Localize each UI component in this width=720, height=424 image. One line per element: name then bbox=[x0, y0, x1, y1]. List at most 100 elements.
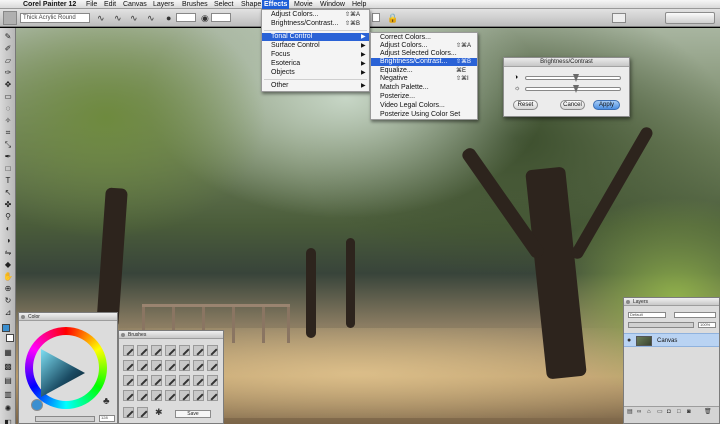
layers-panel-title[interactable]: Layers bbox=[624, 298, 719, 306]
brush-preset[interactable] bbox=[137, 345, 148, 356]
brush-preset[interactable] bbox=[123, 390, 134, 401]
brush-preset[interactable] bbox=[165, 360, 176, 371]
cloner-tool-icon[interactable]: ✤ bbox=[2, 200, 14, 209]
menu-effects[interactable]: Effects bbox=[262, 0, 290, 9]
crop-tool-icon[interactable]: ⌗ bbox=[2, 128, 14, 137]
new-layer-icon[interactable]: □ bbox=[677, 409, 683, 415]
brush-preset[interactable] bbox=[193, 375, 204, 386]
stroke-icon[interactable]: ∿ bbox=[130, 13, 138, 23]
dynamic-plugin-icon[interactable]: ⌂ bbox=[647, 409, 653, 415]
reset-button[interactable]: Reset bbox=[513, 100, 538, 110]
text-tool-icon[interactable]: T bbox=[2, 176, 14, 185]
stroke-icon[interactable]: ∿ bbox=[114, 13, 122, 23]
magic-wand-icon[interactable]: ✧ bbox=[2, 116, 14, 125]
brush-tool-icon[interactable]: ✎ bbox=[2, 32, 14, 41]
brush-preset[interactable] bbox=[179, 345, 190, 356]
additional-color-swatch[interactable] bbox=[6, 334, 14, 342]
opacity-field[interactable]: 100% bbox=[698, 322, 716, 328]
effects-menu-item[interactable]: Esoterica ▶ bbox=[262, 60, 369, 68]
dialog-title[interactable]: Brightness/Contrast bbox=[504, 58, 629, 67]
layer-adjuster-icon[interactable]: ✥ bbox=[2, 80, 14, 89]
brightness-slider-thumb[interactable] bbox=[573, 85, 579, 93]
composite-depth-select[interactable] bbox=[674, 312, 716, 318]
color-value-field[interactable]: 128 bbox=[99, 415, 115, 422]
look-selector-icon[interactable]: ◧ bbox=[2, 418, 14, 424]
brush-preset[interactable] bbox=[123, 360, 134, 371]
brush-preset[interactable] bbox=[193, 390, 204, 401]
eraser-tool-icon[interactable]: ▱ bbox=[2, 56, 14, 65]
paint-bucket-icon[interactable]: ◆ bbox=[2, 260, 14, 269]
color-slider[interactable] bbox=[35, 416, 95, 422]
rect-select-icon[interactable]: ▭ bbox=[2, 92, 14, 101]
brush-preset[interactable] bbox=[137, 407, 148, 418]
menu-file[interactable]: File bbox=[84, 0, 99, 9]
close-icon[interactable] bbox=[21, 315, 25, 319]
tonal-menu-item-brightness-contrast[interactable]: Brightness/Contrast... ⇧⌘B bbox=[371, 58, 477, 66]
effects-menu-item[interactable]: Brightness/Contrast... ⇧⌘B bbox=[262, 20, 369, 28]
pen-tool-icon[interactable]: ✒ bbox=[2, 152, 14, 161]
gradient-selector-icon[interactable]: ▤ bbox=[2, 376, 14, 385]
new-watercolor-layer-icon[interactable]: ◙ bbox=[687, 409, 693, 415]
paper-selector-icon[interactable]: ▦ bbox=[2, 348, 14, 357]
layer-row-canvas[interactable]: ● Canvas bbox=[624, 333, 719, 347]
brush-preset[interactable] bbox=[151, 345, 162, 356]
rotate-page-icon[interactable]: ↻ bbox=[2, 296, 14, 305]
brush-preset[interactable] bbox=[123, 407, 134, 418]
clone-color-icon[interactable]: ♣ bbox=[103, 397, 110, 407]
brush-preset[interactable] bbox=[165, 345, 176, 356]
app-name-menu[interactable]: Corel Painter 12 bbox=[23, 0, 76, 9]
brush-preset[interactable] bbox=[207, 360, 218, 371]
brush-preset[interactable] bbox=[207, 375, 218, 386]
dropper-tool-icon[interactable]: ✐ bbox=[2, 44, 14, 53]
close-icon[interactable] bbox=[626, 300, 630, 304]
save-brushes-button[interactable]: Save bbox=[175, 410, 211, 418]
layer-commands-icon[interactable]: ▤ bbox=[627, 409, 633, 415]
lock-icon[interactable]: 🔒 bbox=[387, 13, 398, 23]
reset-tool-button[interactable] bbox=[665, 12, 715, 24]
mask-icon[interactable]: ◘ bbox=[667, 409, 673, 415]
shape-select-icon[interactable]: ↖ bbox=[2, 188, 14, 197]
opacity-dot-icon[interactable]: ◉ bbox=[201, 13, 209, 23]
menu-shape[interactable]: Shape bbox=[239, 0, 263, 9]
tonal-menu-item[interactable]: Correct Colors... bbox=[371, 34, 477, 42]
tonal-menu-item[interactable]: Match Palette... bbox=[371, 84, 477, 92]
pattern-selector-icon[interactable]: ▩ bbox=[2, 362, 14, 371]
mixer-icon[interactable]: ✱ bbox=[155, 407, 163, 417]
eye-icon[interactable]: ● bbox=[627, 336, 631, 346]
effects-menu-item[interactable]: Focus ▶ bbox=[262, 51, 369, 59]
menu-select[interactable]: Select bbox=[212, 0, 235, 9]
stroke-icon[interactable]: ∿ bbox=[147, 13, 155, 23]
menu-window[interactable]: Window bbox=[318, 0, 347, 9]
brush-preset[interactable] bbox=[179, 360, 190, 371]
brush-preset[interactable] bbox=[193, 345, 204, 356]
menu-canvas[interactable]: Canvas bbox=[121, 0, 149, 9]
magnifier-tool-icon[interactable]: ⊕ bbox=[2, 284, 14, 293]
menu-layers[interactable]: Layers bbox=[151, 0, 176, 9]
tonal-menu-item[interactable]: Equalize... ⌘E bbox=[371, 67, 477, 75]
panel-toggle[interactable] bbox=[612, 13, 626, 23]
grabber-tool-icon[interactable]: ✋ bbox=[2, 272, 14, 281]
size-dot-icon[interactable]: ● bbox=[166, 13, 171, 23]
apply-button[interactable]: Apply bbox=[593, 100, 620, 110]
mirror-tool-icon[interactable]: ⇋ bbox=[2, 248, 14, 257]
cancel-button[interactable]: Cancel bbox=[560, 100, 585, 110]
close-icon[interactable] bbox=[121, 333, 125, 337]
brush-preset[interactable] bbox=[179, 375, 190, 386]
effects-menu-item[interactable]: Surface Control ▶ bbox=[262, 42, 369, 50]
brush-preset[interactable] bbox=[151, 390, 162, 401]
brushes-panel-title[interactable]: Brushes bbox=[119, 331, 223, 339]
menu-brushes[interactable]: Brushes bbox=[180, 0, 210, 9]
brush-preset[interactable] bbox=[151, 360, 162, 371]
brush-preset[interactable] bbox=[123, 375, 134, 386]
tonal-menu-item[interactable]: Posterize Using Color Set bbox=[371, 111, 477, 119]
brush-variant-field[interactable]: Thick Acrylic Round bbox=[20, 13, 90, 23]
tonal-menu-item[interactable]: Adjust Colors... ⇧⌘A bbox=[371, 42, 477, 50]
brush-preset[interactable] bbox=[165, 375, 176, 386]
brush-preset[interactable] bbox=[179, 390, 190, 401]
effects-menu-item-tonal-control[interactable]: Tonal Control ▶ bbox=[262, 33, 369, 41]
delete-layer-icon[interactable]: 🗑 bbox=[704, 409, 712, 415]
tonal-menu-item[interactable]: Video Legal Colors... bbox=[371, 102, 477, 110]
tonal-menu-item[interactable]: Adjust Selected Colors... bbox=[371, 50, 477, 58]
weaving-selector-icon[interactable]: ▥ bbox=[2, 390, 14, 399]
brush-category-icon[interactable] bbox=[3, 11, 17, 25]
